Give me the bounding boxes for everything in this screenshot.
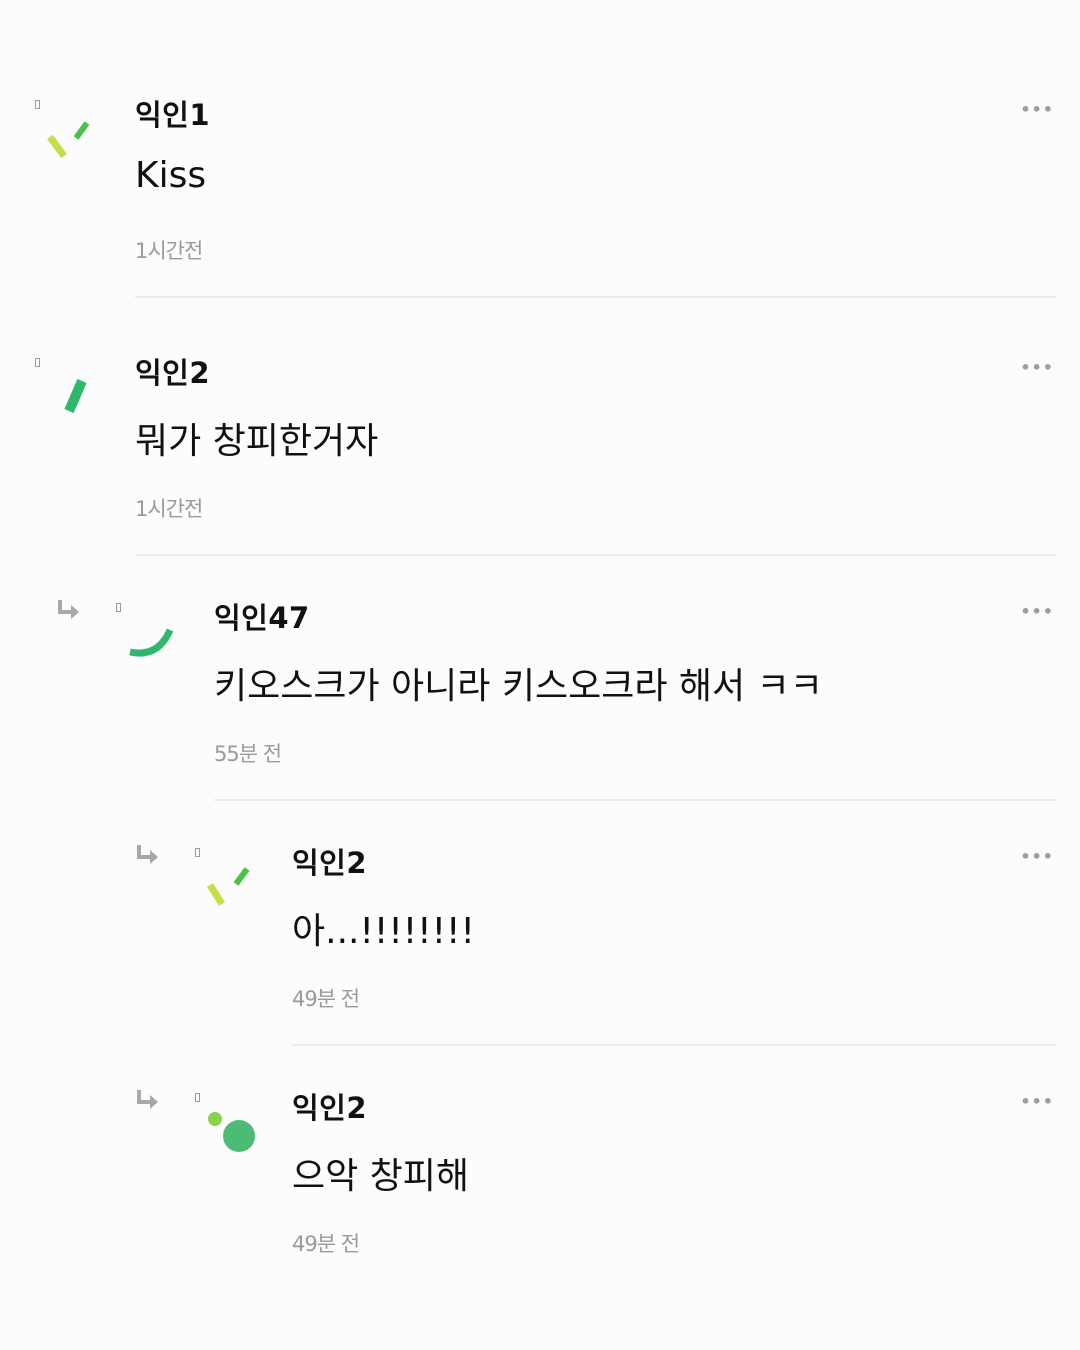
divider bbox=[292, 1044, 1056, 1046]
pin-icon bbox=[35, 100, 40, 109]
arc-green-icon bbox=[129, 628, 174, 657]
comment-text: 아...!!!!!!!! bbox=[292, 911, 475, 952]
comment-time: 49분 전 bbox=[292, 987, 360, 1011]
more-options-icon[interactable]: ••• bbox=[1020, 602, 1054, 621]
divider bbox=[135, 554, 1056, 556]
comment-time: 1시간전 bbox=[135, 497, 203, 521]
divider bbox=[214, 799, 1056, 801]
more-options-icon[interactable]: ••• bbox=[1020, 1092, 1054, 1111]
dashes-green-yellow-icon bbox=[47, 121, 90, 159]
comment-author[interactable]: 익인2 bbox=[135, 350, 210, 392]
comment-time: 49분 전 bbox=[292, 1232, 360, 1256]
comment-time: 1시간전 bbox=[135, 239, 203, 263]
comment-text: 으악 창피해 bbox=[292, 1156, 470, 1197]
pin-icon bbox=[195, 848, 200, 857]
comment-author[interactable]: 익인1 bbox=[135, 92, 210, 134]
comment-author[interactable]: 익인2 bbox=[292, 1085, 367, 1127]
more-options-icon[interactable]: ••• bbox=[1020, 358, 1054, 377]
comment-text: 뭐가 창피한거자 bbox=[135, 421, 379, 462]
comment-time: 55분 전 bbox=[214, 742, 282, 766]
slash-green-icon bbox=[64, 379, 87, 413]
comment-author[interactable]: 익인2 bbox=[292, 840, 367, 882]
reply-arrow-icon bbox=[58, 600, 79, 619]
dots-green-icon bbox=[208, 1112, 255, 1152]
dashes-green-yellow-icon bbox=[207, 867, 250, 906]
comment-author[interactable]: 익인47 bbox=[214, 595, 310, 637]
more-options-icon[interactable]: ••• bbox=[1020, 847, 1054, 866]
reply-arrow-icon bbox=[137, 845, 158, 864]
comment-text: Kiss bbox=[135, 155, 207, 196]
comment-text: 키오스크가 아니라 키스오크라 해서 ㅋㅋ bbox=[214, 666, 823, 707]
reply-arrow-icon bbox=[137, 1090, 158, 1109]
more-options-icon[interactable]: ••• bbox=[1020, 100, 1054, 119]
divider bbox=[135, 296, 1056, 298]
